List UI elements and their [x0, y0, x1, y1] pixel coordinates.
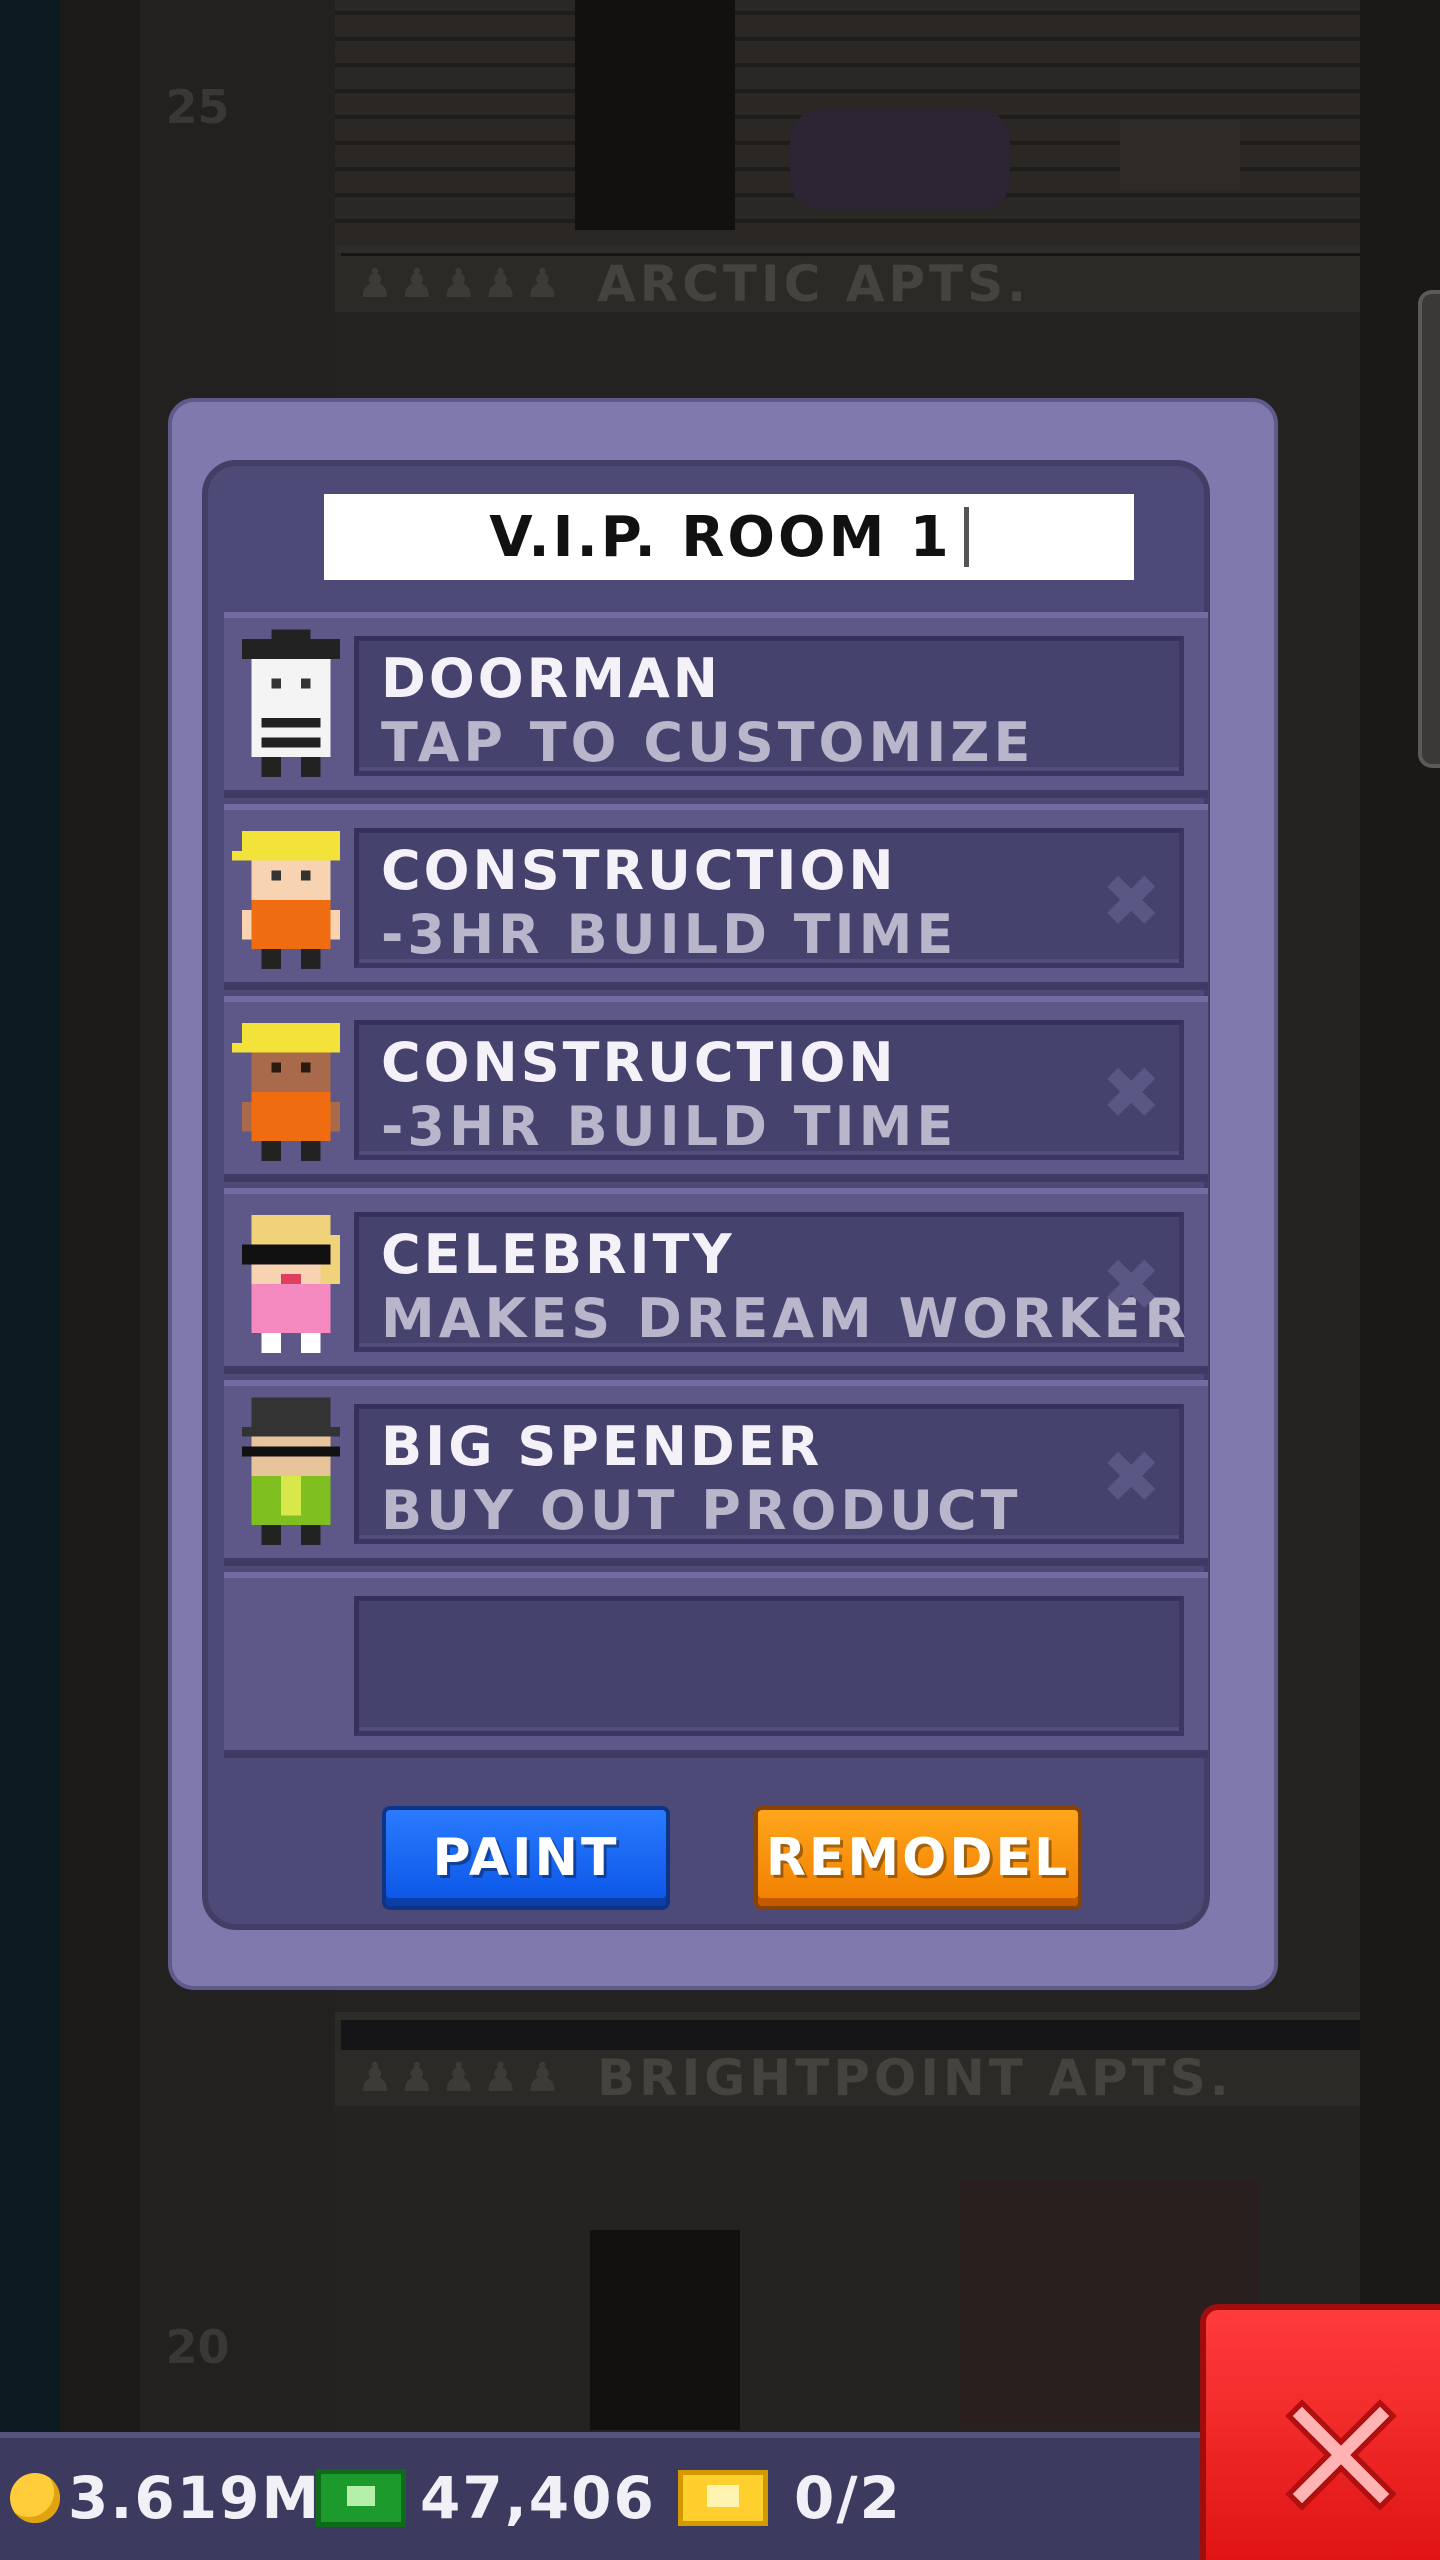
vip-ticket-icon [678, 2470, 768, 2526]
side-scroll-tab[interactable] [1418, 290, 1440, 768]
room-dialog: V.I.P. ROOM 1 DOORMAN TAP TO CUSTOMIZE C… [168, 398, 1278, 1990]
bitizen-row[interactable]: CONSTRUCTION -3HR BUILD TIME ✖ [224, 996, 1208, 1182]
bitizen-card[interactable]: BIG SPENDER BUY OUT PRODUCT ✖ [354, 1404, 1184, 1544]
bitizen-name: DOORMAN [381, 647, 721, 710]
remodel-button[interactable]: REMODEL [758, 1810, 1078, 1906]
bitizen-card[interactable]: CONSTRUCTION -3HR BUILD TIME ✖ [354, 828, 1184, 968]
bitizen-name: CONSTRUCTION [381, 1031, 897, 1094]
fireplace [1120, 120, 1240, 190]
floor-label-brightpoint: ♟♟♟♟♟ BRIGHTPOINT APTS. [335, 2049, 1360, 2107]
celebrity-avatar [241, 1215, 341, 1353]
bux-balance[interactable]: 47,406 [316, 2456, 656, 2540]
close-button[interactable] [1200, 2304, 1440, 2560]
bitizen-ability: MAKES DREAM WORKER [381, 1287, 1190, 1350]
bitizen-ability: BUY OUT PRODUCT [381, 1479, 1022, 1542]
coin-amount: 3.619M [68, 2464, 322, 2532]
bitizen-ability: TAP TO CUSTOMIZE [381, 711, 1035, 774]
room-doorway [590, 2230, 740, 2430]
floor-rating-stars: ♟♟♟♟♟ [357, 2055, 567, 2101]
bitizen-row[interactable]: CELEBRITY MAKES DREAM WORKER ✖ [224, 1188, 1208, 1374]
sofa [790, 110, 1010, 210]
floor-number: 20 [165, 2320, 230, 2374]
doorman-avatar [241, 629, 341, 777]
construction-worker-avatar [232, 831, 341, 969]
construction-worker-avatar [232, 1023, 341, 1161]
sky-strip [0, 0, 60, 2440]
big-spender-avatar [241, 1397, 341, 1545]
bitizen-row[interactable]: BIG SPENDER BUY OUT PRODUCT ✖ [224, 1380, 1208, 1566]
ticket-amount: 0/2 [794, 2464, 902, 2532]
bitizen-name: CELEBRITY [381, 1223, 735, 1286]
empty-slot-card[interactable] [354, 1596, 1184, 1736]
x-icon[interactable]: ✖ [1101, 1057, 1161, 1129]
room-name-text: V.I.P. ROOM 1 [489, 504, 952, 570]
paint-button[interactable]: PAINT [386, 1810, 666, 1906]
close-icon [1285, 2399, 1397, 2511]
bitizen-ability: -3HR BUILD TIME [381, 1095, 958, 1158]
floor-rating-stars: ♟♟♟♟♟ [357, 261, 567, 307]
bitizen-name: BIG SPENDER [381, 1415, 823, 1478]
bitizen-ability: -3HR BUILD TIME [381, 903, 958, 966]
text-caret [963, 507, 969, 567]
coin-balance: 3.619M [10, 2456, 321, 2540]
bitizen-row[interactable]: DOORMAN TAP TO CUSTOMIZE [224, 612, 1208, 798]
x-icon[interactable]: ✖ [1101, 1441, 1161, 1513]
x-icon[interactable]: ✖ [1101, 1249, 1161, 1321]
bitizen-row[interactable]: CONSTRUCTION -3HR BUILD TIME ✖ [224, 804, 1208, 990]
floor-name: ARCTIC APTS. [597, 255, 1031, 313]
coin-icon [10, 2473, 60, 2523]
bitizen-card[interactable]: CELEBRITY MAKES DREAM WORKER ✖ [354, 1212, 1186, 1352]
room-doorway [575, 0, 735, 230]
floor-label-arctic: ♟♟♟♟♟ ARCTIC APTS. [335, 255, 1360, 313]
room-name-input[interactable]: V.I.P. ROOM 1 [324, 494, 1134, 580]
empty-bitizen-slot[interactable] [224, 1572, 1208, 1758]
x-icon[interactable]: ✖ [1101, 865, 1161, 937]
bux-amount: 47,406 [420, 2464, 656, 2532]
bitizen-card[interactable]: CONSTRUCTION -3HR BUILD TIME ✖ [354, 1020, 1184, 1160]
floor-name: BRIGHTPOINT APTS. [597, 2049, 1233, 2107]
floor-number: 25 [165, 80, 230, 134]
elevator-shaft [60, 0, 140, 2440]
bitizen-name: CONSTRUCTION [381, 839, 897, 902]
vip-ticket-balance[interactable]: 0/2 [678, 2456, 902, 2540]
bux-icon [316, 2469, 406, 2527]
bitizen-card[interactable]: DOORMAN TAP TO CUSTOMIZE [354, 636, 1184, 776]
